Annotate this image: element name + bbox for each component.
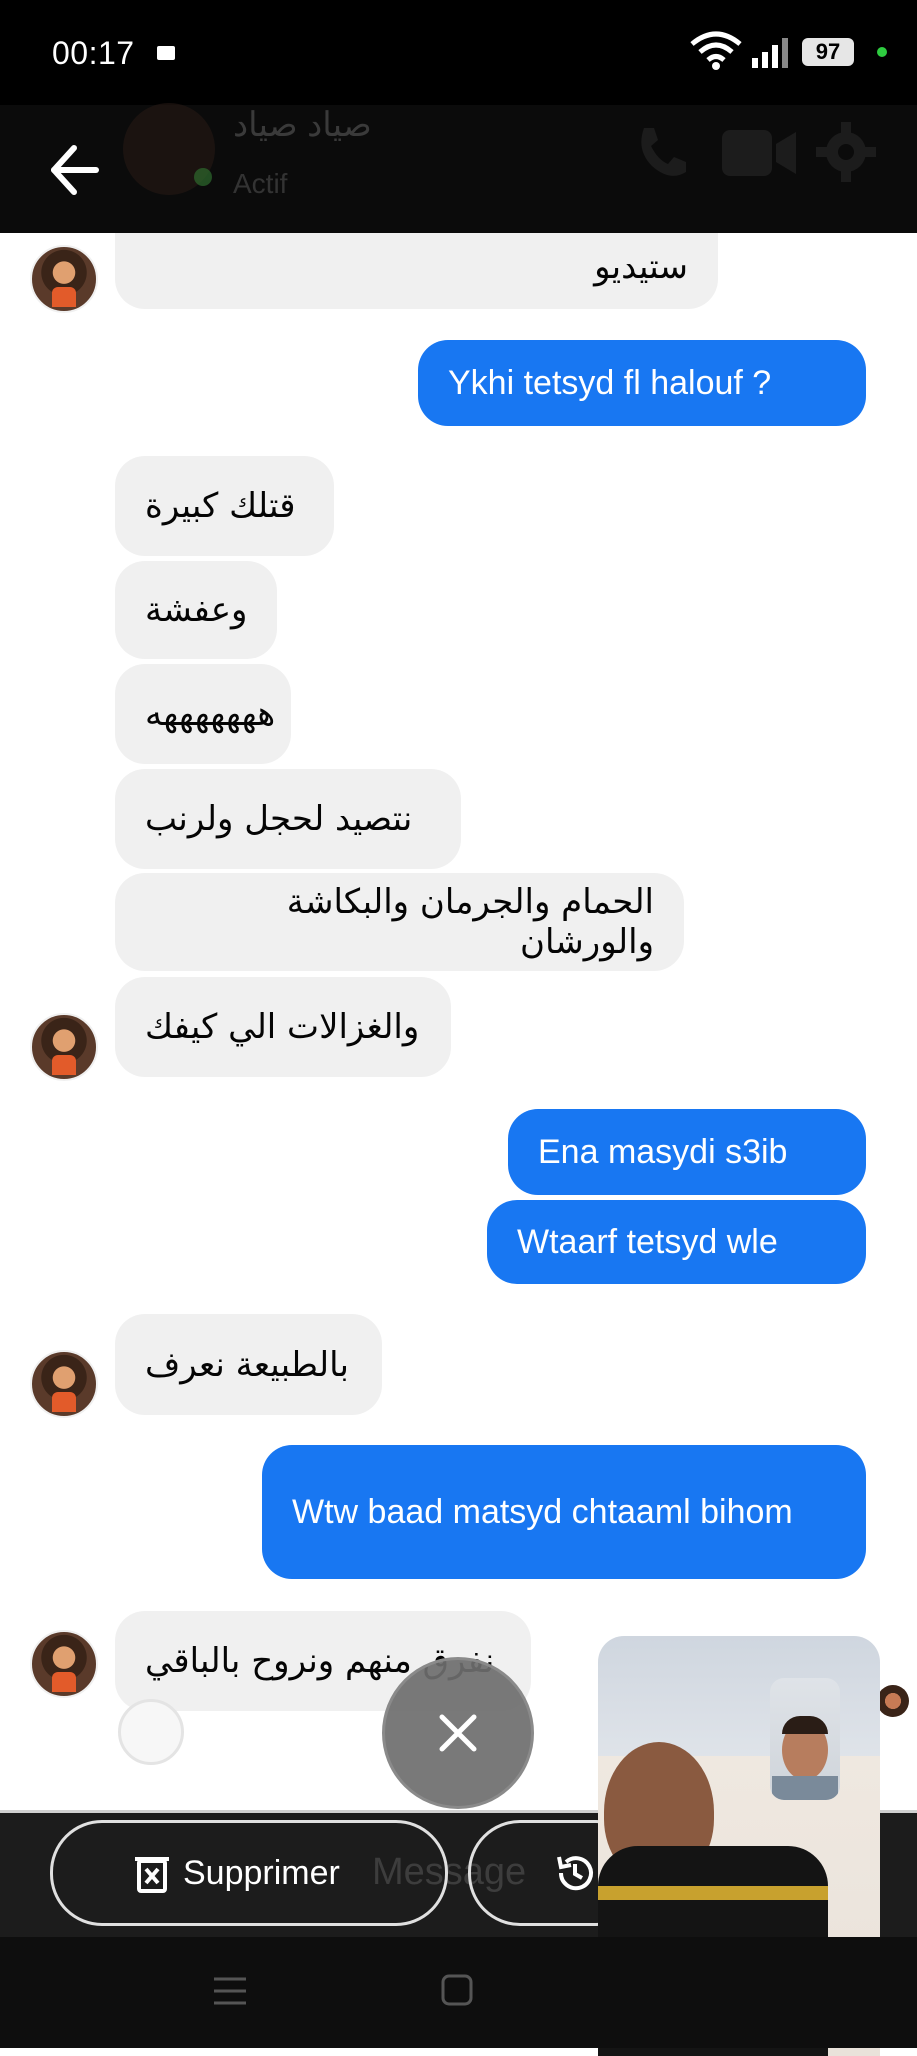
recording-icon (157, 46, 175, 60)
close-icon (439, 1714, 477, 1752)
privacy-dot (877, 47, 887, 57)
home-icon[interactable] (440, 1973, 474, 2007)
contact-status: Actif (233, 168, 288, 199)
message-bubble-incoming[interactable]: والغزالات الي كيفك (115, 977, 451, 1077)
sender-avatar[interactable] (30, 1013, 98, 1081)
sender-avatar[interactable] (30, 245, 98, 313)
message-bubble-incoming[interactable]: الحمام والجرمان والبكاشة والورشان (115, 873, 684, 971)
message-bubble-incoming[interactable]: نتصيد لحجل ولرنب (115, 769, 461, 869)
message-list[interactable]: ستيديو Ykhi tetsyd fl halouf ? قتلك كبير… (0, 233, 917, 1810)
system-navigation-bar (0, 1937, 917, 2048)
message-bubble-incoming[interactable]: ستيديو (115, 233, 718, 309)
status-time: 00:17 (52, 35, 135, 71)
recent-apps-icon[interactable] (212, 1975, 248, 2007)
message-bubble-incoming[interactable]: بالطبيعة نعرف (115, 1314, 382, 1415)
history-icon (557, 1856, 593, 1891)
message-bubble-outgoing[interactable]: Ena masydi s3ib (508, 1109, 866, 1195)
battery-indicator: 97 (802, 38, 854, 66)
close-overlay-button[interactable] (382, 1657, 534, 1809)
message-bubble-outgoing[interactable]: Ykhi tetsyd fl halouf ? (418, 340, 866, 426)
seen-avatar (877, 1685, 909, 1717)
wifi-icon (690, 31, 742, 70)
status-bar: 00:17 97 (0, 0, 917, 105)
online-status-dot (194, 168, 212, 186)
signal-icon (752, 38, 788, 68)
message-bubble-outgoing[interactable]: Wtaarf tetsyd wle (487, 1200, 866, 1284)
contact-name[interactable]: صياد صياد (233, 105, 473, 145)
delete-label: Supprimer (183, 1853, 340, 1892)
message-bubble-incoming[interactable]: وعفشة (115, 561, 277, 659)
message-bubble-incoming[interactable]: هههههههه (115, 664, 291, 764)
video-camera-icon[interactable] (722, 122, 796, 182)
gear-icon[interactable] (814, 120, 878, 184)
sender-avatar[interactable] (30, 1630, 98, 1698)
message-bubble-outgoing[interactable]: Wtw baad matsyd chtaaml bihom (262, 1445, 866, 1579)
delete-button[interactable]: Supprimer (50, 1820, 448, 1926)
trash-icon (135, 1857, 169, 1893)
phone-icon[interactable] (630, 122, 690, 182)
reaction-chip[interactable] (118, 1699, 184, 1765)
sender-avatar[interactable] (30, 1350, 98, 1418)
message-bubble-incoming[interactable]: قتلك كبيرة (115, 456, 334, 556)
back-arrow-icon[interactable] (44, 140, 104, 200)
self-video-preview[interactable] (770, 1678, 840, 1800)
